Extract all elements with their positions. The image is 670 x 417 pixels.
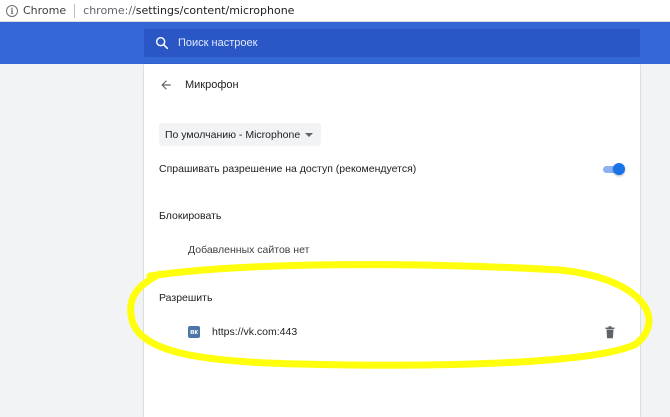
microphone-device-select[interactable]: По умолчанию - Microphone [159,123,322,146]
toggle-knob [613,163,625,175]
url-path: settings/content/microphone [135,4,295,17]
allow-section-heading: Разрешить [159,292,213,304]
block-empty-message: Добавленных сайтов нет [188,244,310,256]
ask-permission-row: Спрашивать разрешение на доступ (рекомен… [159,160,625,178]
block-section-heading: Блокировать [159,210,222,222]
allowed-site-url[interactable]: https://vk.com:443 [212,326,297,338]
address-bar[interactable]: i Chrome chrome://settings/content/micro… [0,0,670,22]
allowed-site-row[interactable]: вк https://vk.com:443 [144,320,640,344]
search-box[interactable] [144,29,640,57]
url-text[interactable]: chrome://settings/content/microphone [83,4,294,17]
settings-toolbar [0,22,670,64]
ask-permission-label: Спрашивать разрешение на доступ (рекомен… [159,163,417,175]
page-header: Микрофон [144,64,640,106]
search-input[interactable] [178,37,618,49]
url-scheme: chrome:// [83,4,136,17]
trash-icon[interactable] [604,326,616,339]
ask-permission-toggle[interactable] [603,163,625,175]
info-icon[interactable]: i [6,4,18,17]
microphone-settings-card: Микрофон По умолчанию - Microphone Спраш… [144,64,640,417]
vk-icon: вк [188,326,200,338]
site-chip-label: Chrome [23,4,67,17]
back-arrow-icon[interactable] [159,78,173,92]
device-select-value: По умолчанию - Microphone [165,128,301,141]
search-icon [155,36,169,50]
chevron-down-icon [305,132,314,137]
page-title: Микрофон [185,79,239,91]
address-separator [74,3,76,18]
